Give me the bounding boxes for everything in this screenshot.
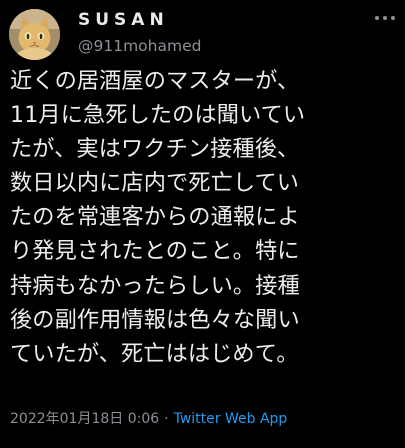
- tweet-timestamp[interactable]: 2022年01月18日 0:06: [10, 411, 159, 427]
- user-handle[interactable]: @911mohamed: [78, 37, 201, 55]
- tweet-text-line: 後の副作用情報は色々な聞い: [10, 306, 300, 333]
- tweet-text-line: り発見されたとのこと。特に: [10, 238, 300, 265]
- tweet-text-line: ていたが、死亡ははじめて。: [10, 340, 299, 367]
- source-app-link[interactable]: Twitter Web App: [174, 411, 288, 427]
- tweet-text-line: 持病もなかったらしい。接種: [10, 272, 300, 299]
- tweet-metadata: 2022年01月18日 0:06 · Twitter Web App: [10, 408, 287, 428]
- tweet-text-line: たのを常連客からの通報によ: [10, 204, 300, 231]
- tweet-text-line: 数日以内に店内で死亡してい: [10, 170, 300, 197]
- tweet-text-line: 11月に急死したのは聞いてい: [10, 102, 306, 129]
- avatar[interactable]: [9, 9, 60, 60]
- tweet-text-line: たが、実はワクチン接種後、: [10, 136, 300, 163]
- cat-photo-icon: [9, 9, 60, 60]
- display-name[interactable]: SUSAN: [78, 10, 169, 30]
- more-options-icon[interactable]: [373, 12, 397, 24]
- separator-dot: ·: [164, 411, 169, 427]
- tweet-card: SUSAN @911mohamed 近くの居酒屋のマスターが、 11月に急死した…: [0, 0, 405, 448]
- tweet-text-line: 近くの居酒屋のマスターが、: [10, 68, 300, 94]
- tweet-text: 近くの居酒屋のマスターが、 11月に急死したのは聞いてい たが、実はワクチン接種…: [10, 64, 402, 371]
